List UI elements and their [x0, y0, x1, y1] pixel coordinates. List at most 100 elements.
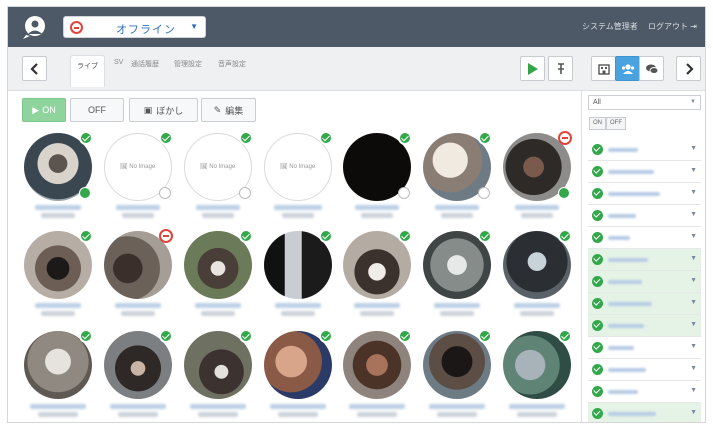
no-image-label: 🖼 No Image — [280, 164, 316, 170]
chevron-down-icon: ▼ — [690, 99, 696, 105]
agent-sub-label — [198, 412, 238, 417]
agent-sub-label — [361, 213, 393, 218]
chevron-down-icon: ▼ — [690, 321, 697, 328]
tab-call-history[interactable]: 通話履歴 — [131, 59, 159, 69]
tab-audio-settings[interactable]: 音声設定 — [218, 59, 246, 69]
users-view-button[interactable] — [615, 56, 640, 81]
agent-name-label — [115, 303, 161, 308]
agent-sub-label — [437, 412, 477, 417]
forward-button[interactable] — [676, 56, 701, 81]
offline-status-icon — [70, 21, 83, 34]
online-check-icon — [592, 364, 603, 375]
agent-list-row[interactable]: ▼ — [588, 293, 701, 315]
sidebar-off-button[interactable]: OFF — [606, 117, 626, 130]
online-check-icon — [592, 144, 603, 155]
building-view-button[interactable] — [591, 56, 616, 81]
chevron-down-icon: ▼ — [690, 255, 697, 262]
admin-link[interactable]: システム管理者 — [582, 21, 638, 32]
agent-sub-label — [521, 213, 553, 218]
agent-sub-label — [360, 311, 394, 316]
video-camera-icon: ▶ — [32, 104, 40, 115]
filter-select[interactable]: All ▼ — [588, 95, 701, 110]
agent-name-label — [35, 205, 81, 210]
agent-list-row[interactable]: ▼ — [588, 403, 701, 422]
building-icon — [597, 63, 610, 75]
agent-list-row[interactable]: ▼ — [588, 315, 701, 337]
tab-admin-settings[interactable]: 管理設定 — [174, 59, 202, 69]
chevron-down-icon: ▼ — [690, 343, 697, 350]
status-dropdown[interactable]: オフライン ▼ — [63, 16, 206, 38]
agent-sub-label — [201, 311, 235, 316]
pin-button[interactable] — [548, 56, 573, 81]
person-badge-icon — [159, 187, 171, 199]
image-icon: ▣ — [143, 104, 153, 115]
online-check-icon — [558, 229, 572, 243]
online-check-icon — [592, 298, 603, 309]
play-button[interactable] — [520, 56, 545, 81]
chevron-down-icon: ▼ — [690, 409, 697, 416]
agent-name-label — [355, 205, 399, 210]
agent-sub-label — [440, 311, 474, 316]
online-check-icon — [478, 329, 492, 343]
online-check-icon — [558, 329, 572, 343]
agent-name-label — [514, 303, 560, 308]
camera-off-button[interactable]: OFF — [70, 98, 124, 122]
live-grid-panel: ▶ ON OFF ▣ ぼかし ✎ 編集 🖼 No Image 🖼 No Image 🖼… — [8, 91, 581, 422]
status-label: オフライン — [116, 24, 176, 36]
online-check-icon — [478, 131, 492, 145]
sidebar-on-button[interactable]: ON — [589, 117, 606, 130]
online-check-icon — [319, 329, 333, 343]
agent-name-label — [274, 205, 322, 210]
person-badge-icon — [398, 187, 410, 199]
online-check-icon — [592, 166, 603, 177]
agent-list-row[interactable]: ▼ — [588, 381, 701, 403]
agent-list-row[interactable]: ▼ — [588, 337, 701, 359]
offline-status-icon — [159, 229, 173, 243]
agent-list-row[interactable]: ▼ — [588, 249, 701, 271]
agent-sub-label — [122, 213, 154, 218]
agent-sub-label — [41, 311, 75, 316]
app-window: オフライン ▼ システム管理者 ログアウト ⇥ ライブ SV 通話履歴 管理設定… — [7, 6, 706, 423]
chat-view-button[interactable] — [639, 56, 664, 81]
agent-list-row[interactable]: ▼ — [588, 183, 701, 205]
agent-sub-label — [38, 412, 78, 417]
app-logo-icon — [23, 16, 45, 39]
agent-name-label — [116, 205, 160, 210]
online-check-icon — [592, 188, 603, 199]
chevron-down-icon: ▼ — [190, 22, 198, 31]
agent-list-row[interactable]: ▼ — [588, 227, 701, 249]
agent-name-label — [434, 303, 480, 308]
agent-list-row[interactable]: ▼ — [588, 161, 701, 183]
agent-name-label — [35, 303, 81, 308]
agent-sub-label — [520, 311, 554, 316]
agent-sub-label — [278, 412, 318, 417]
offline-status-icon — [558, 131, 572, 145]
agent-list-row[interactable]: ▼ — [588, 205, 701, 227]
agent-name-label — [270, 404, 326, 409]
agent-list-row[interactable]: ▼ — [588, 271, 701, 293]
tab-sv[interactable]: SV — [114, 59, 123, 66]
camera-on-button[interactable]: ▶ ON — [22, 98, 66, 122]
top-bar: オフライン ▼ システム管理者 ログアウト ⇥ — [8, 7, 705, 47]
person-badge-icon — [79, 187, 91, 199]
agent-name-label — [509, 404, 565, 409]
back-button[interactable] — [22, 56, 47, 81]
online-check-icon — [398, 131, 412, 145]
logout-link[interactable]: ログアウト ⇥ — [648, 21, 697, 32]
logout-icon: ⇥ — [690, 22, 697, 31]
chat-icon — [645, 64, 658, 74]
edit-button[interactable]: ✎ 編集 — [201, 98, 256, 122]
agent-sub-label — [281, 311, 315, 316]
agent-list-row[interactable]: ▼ — [588, 139, 701, 161]
agent-list-row[interactable]: ▼ — [588, 359, 701, 381]
online-check-icon — [319, 131, 333, 145]
no-image-label: 🖼 No Image — [120, 164, 156, 170]
agent-name-label — [275, 303, 321, 308]
tab-live[interactable]: ライブ — [70, 55, 105, 87]
blur-button[interactable]: ▣ ぼかし — [129, 98, 198, 122]
chevron-down-icon: ▼ — [690, 387, 697, 394]
toolbar: ライブ SV 通話履歴 管理設定 音声設定 — [8, 47, 705, 91]
online-check-icon — [592, 276, 603, 287]
online-check-icon — [398, 229, 412, 243]
agent-sub-label — [441, 213, 473, 218]
